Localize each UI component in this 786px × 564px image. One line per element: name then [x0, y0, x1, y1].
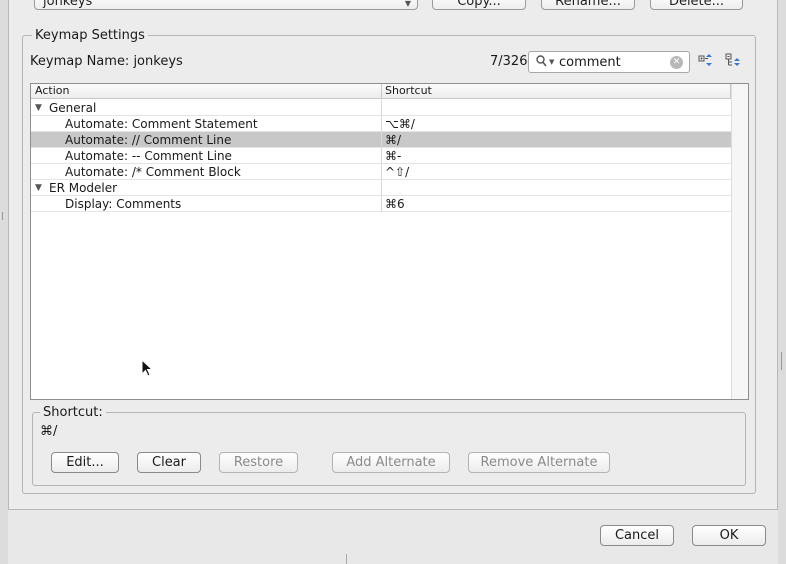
keymap-name-label: Keymap Name: jonkeys	[30, 54, 183, 69]
keymap-settings-title: Keymap Settings	[32, 28, 148, 43]
column-header-shortcut[interactable]: Shortcut	[385, 84, 432, 97]
search-field[interactable]: ▼ comment ✕	[528, 51, 690, 73]
tree-category-er-modeler[interactable]: ▼ ER Modeler	[31, 180, 731, 196]
shortcut-cell: ⌥⌘/	[381, 116, 731, 132]
table-row-selected[interactable]: Automate: // Comment Line ⌘/	[31, 132, 731, 148]
shortcut-cell: ⌘6	[381, 196, 731, 212]
ok-button[interactable]: OK	[692, 525, 766, 546]
match-count: 7/326	[490, 54, 528, 69]
category-label: General	[49, 101, 97, 115]
clear-button[interactable]: Clear	[137, 452, 201, 473]
tree-category-general[interactable]: ▼ General	[31, 100, 731, 116]
expand-all-icon[interactable]	[697, 53, 715, 71]
action-cell: Automate: // Comment Line	[65, 133, 232, 147]
edit-button[interactable]: Edit...	[51, 452, 119, 473]
collapse-all-icon[interactable]	[724, 53, 742, 71]
shortcut-cell: ⌘/	[381, 132, 731, 148]
shortcut-group	[32, 412, 746, 486]
keymap-select-value: jonkeys	[43, 0, 93, 9]
window-edge-left	[0, 0, 8, 564]
action-cell: Automate: /* Comment Block	[65, 165, 241, 179]
table-header: Action Shortcut	[31, 84, 731, 99]
divider	[346, 554, 347, 564]
category-label: ER Modeler	[49, 181, 118, 195]
vertical-scrollbar[interactable]	[731, 84, 748, 399]
window-edge-right	[778, 0, 786, 564]
search-icon[interactable]	[536, 55, 547, 70]
restore-button[interactable]: Restore	[219, 452, 298, 473]
edge-mark	[781, 352, 786, 370]
shortcut-cell: ⌘-	[381, 148, 731, 164]
cancel-button[interactable]: Cancel	[600, 525, 674, 546]
keymap-table[interactable]: Action Shortcut ▼ General Automate: Comme…	[30, 83, 749, 400]
clear-search-icon[interactable]: ✕	[670, 56, 683, 69]
rename-button[interactable]: Rename...	[541, 0, 635, 10]
shortcut-cell	[381, 180, 731, 196]
table-row[interactable]: Automate: Comment Statement ⌥⌘/	[31, 116, 731, 132]
search-input[interactable]: comment	[559, 55, 621, 70]
search-options-caret-icon[interactable]: ▼	[549, 58, 554, 66]
shortcut-value: ⌘/	[40, 424, 58, 439]
mouse-pointer-icon	[141, 358, 154, 380]
shortcut-cell: ^⇧/	[381, 164, 731, 180]
chevron-down-icon: ▼	[404, 0, 411, 8]
disclosure-triangle-icon[interactable]: ▼	[35, 180, 42, 196]
edge-mark	[2, 212, 6, 220]
column-header-action[interactable]: Action	[35, 84, 69, 97]
table-row[interactable]: Automate: -- Comment Line ⌘-	[31, 148, 731, 164]
disclosure-triangle-icon[interactable]: ▼	[35, 100, 42, 116]
keymap-select[interactable]: jonkeys ▼	[34, 0, 418, 10]
shortcut-cell	[381, 100, 731, 116]
remove-alternate-button[interactable]: Remove Alternate	[468, 452, 610, 473]
add-alternate-button[interactable]: Add Alternate	[332, 452, 450, 473]
action-cell: Automate: -- Comment Line	[65, 149, 232, 163]
column-divider	[381, 84, 382, 99]
table-row[interactable]: Display: Comments ⌘6	[31, 196, 731, 212]
delete-button[interactable]: Delete...	[650, 0, 743, 10]
copy-button[interactable]: Copy...	[432, 0, 526, 10]
action-cell: Automate: Comment Statement	[65, 117, 258, 131]
table-row[interactable]: Automate: /* Comment Block ^⇧/	[31, 164, 731, 180]
action-cell: Display: Comments	[65, 197, 182, 211]
shortcut-group-title: Shortcut:	[40, 405, 106, 420]
